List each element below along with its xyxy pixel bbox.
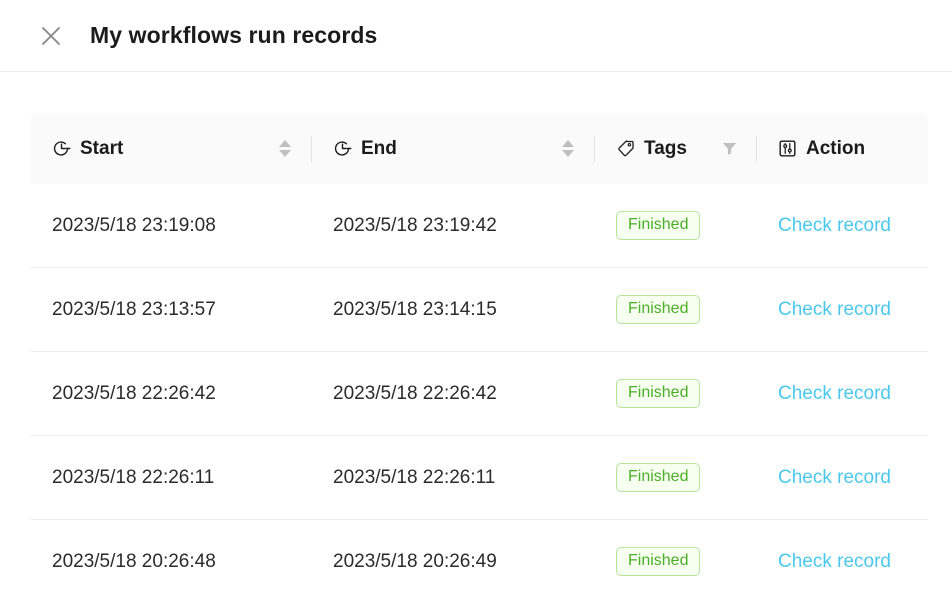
check-record-link[interactable]: Check record	[778, 215, 891, 236]
column-header-action-text: Action	[806, 138, 865, 160]
column-header-tags[interactable]: Tags	[594, 113, 756, 184]
check-record-link[interactable]: Check record	[778, 383, 891, 404]
cell-end: 2023/5/18 23:19:42	[311, 184, 594, 268]
cell-action: Check record	[756, 352, 928, 436]
table-head: Start	[30, 113, 928, 184]
page-header: My workflows run records	[0, 0, 952, 72]
cell-action: Check record	[756, 520, 928, 603]
cell-end: 2023/5/18 20:26:49	[311, 520, 594, 603]
table-row: 2023/5/18 22:26:11 2023/5/18 22:26:11 Fi…	[30, 436, 928, 520]
filter-button-tags[interactable]	[721, 140, 738, 157]
cell-tags: Finished	[594, 268, 756, 352]
sort-control-end[interactable]	[560, 138, 576, 159]
cell-tags: Finished	[594, 184, 756, 268]
sort-descending-icon[interactable]	[562, 150, 574, 157]
records-table-container: Start	[0, 72, 952, 603]
column-header-start-label-group: Start	[52, 138, 123, 160]
cell-start: 2023/5/18 22:26:42	[30, 352, 311, 436]
run-records-table: Start	[30, 113, 928, 603]
sort-descending-icon[interactable]	[279, 150, 291, 157]
cell-action: Check record	[756, 184, 928, 268]
column-header-action: Action	[756, 113, 928, 184]
tag-icon	[616, 139, 635, 158]
cell-action: Check record	[756, 268, 928, 352]
column-header-end[interactable]: End	[311, 113, 594, 184]
filter-icon	[721, 140, 738, 157]
table-row: 2023/5/18 20:26:48 2023/5/18 20:26:49 Fi…	[30, 520, 928, 603]
column-header-start[interactable]: Start	[30, 113, 311, 184]
check-record-link[interactable]: Check record	[778, 299, 891, 320]
cell-tags: Finished	[594, 520, 756, 603]
cell-end: 2023/5/18 23:14:15	[311, 268, 594, 352]
column-header-end-text: End	[361, 138, 397, 160]
close-button[interactable]	[36, 21, 66, 51]
table-row: 2023/5/18 23:13:57 2023/5/18 23:14:15 Fi…	[30, 268, 928, 352]
table-row: 2023/5/18 23:19:08 2023/5/18 23:19:42 Fi…	[30, 184, 928, 268]
sort-ascending-icon[interactable]	[279, 140, 291, 147]
sort-ascending-icon[interactable]	[562, 140, 574, 147]
column-header-tags-text: Tags	[644, 138, 687, 160]
table-header-row: Start	[30, 113, 928, 184]
cell-end: 2023/5/18 22:26:42	[311, 352, 594, 436]
check-record-link[interactable]: Check record	[778, 551, 891, 572]
cell-start: 2023/5/18 23:13:57	[30, 268, 311, 352]
status-badge: Finished	[616, 463, 700, 492]
clock-end-icon	[333, 139, 352, 158]
cell-start: 2023/5/18 20:26:48	[30, 520, 311, 603]
clock-start-icon	[52, 139, 71, 158]
cell-tags: Finished	[594, 352, 756, 436]
check-record-link[interactable]: Check record	[778, 467, 891, 488]
table-body: 2023/5/18 23:19:08 2023/5/18 23:19:42 Fi…	[30, 184, 928, 603]
column-header-action-label-group: Action	[778, 138, 865, 160]
status-badge: Finished	[616, 547, 700, 576]
close-icon	[40, 25, 62, 47]
cell-tags: Finished	[594, 436, 756, 520]
column-header-tags-label-group: Tags	[616, 138, 687, 160]
table-row: 2023/5/18 22:26:42 2023/5/18 22:26:42 Fi…	[30, 352, 928, 436]
sliders-icon	[778, 139, 797, 158]
status-badge: Finished	[616, 295, 700, 324]
cell-start: 2023/5/18 23:19:08	[30, 184, 311, 268]
cell-action: Check record	[756, 436, 928, 520]
status-badge: Finished	[616, 211, 700, 240]
cell-end: 2023/5/18 22:26:11	[311, 436, 594, 520]
status-badge: Finished	[616, 379, 700, 408]
column-header-end-label-group: End	[333, 138, 397, 160]
sort-control-start[interactable]	[277, 138, 293, 159]
page-title: My workflows run records	[90, 22, 377, 49]
column-header-start-text: Start	[80, 138, 123, 160]
cell-start: 2023/5/18 22:26:11	[30, 436, 311, 520]
